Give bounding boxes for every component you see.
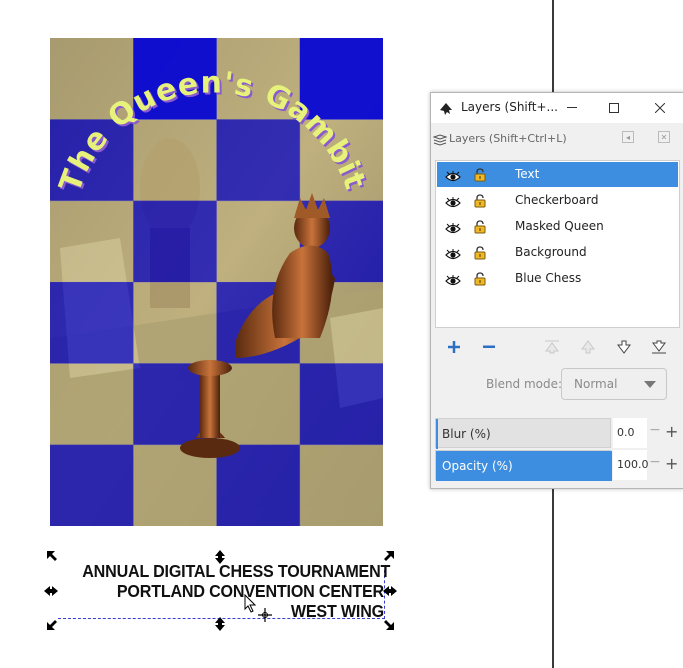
opacity-increment-button[interactable]: +	[665, 454, 678, 473]
checker-square-light	[50, 200, 134, 283]
layers-list[interactable]: Text Checkerboard Masked Queen Background Bl…	[435, 160, 680, 328]
layer-row[interactable]: Checkerboard	[437, 188, 678, 213]
raise-layer-icon[interactable]	[579, 338, 597, 356]
checker-square-light	[133, 281, 217, 364]
opacity-decrement-button[interactable]: −	[649, 454, 661, 470]
opacity-label: Opacity (%)	[442, 459, 513, 473]
panel-title: Layers (Shift+Ctrl+L)	[449, 132, 567, 145]
blend-mode-label: Blend mode:	[486, 377, 563, 391]
layer-name: Blue Chess	[515, 271, 582, 285]
layers-icon	[432, 131, 448, 146]
resize-handle-bottom-left[interactable]	[46, 617, 60, 631]
lower-layer-icon[interactable]	[615, 338, 633, 356]
blur-slider-fill	[436, 419, 438, 449]
blur-slider[interactable]: Blur (%) 0.0 − +	[435, 418, 680, 449]
tournament-text[interactable]: ANNUAL DIGITAL CHESS TOURNAMENT PORTLAND…	[82, 561, 391, 621]
blur-label: Blur (%)	[442, 427, 491, 441]
checker-square-blue	[216, 119, 301, 202]
checker-square-light	[216, 363, 301, 446]
visibility-eye-icon[interactable]	[445, 220, 461, 234]
layer-name: Background	[515, 245, 587, 259]
visibility-eye-icon[interactable]	[445, 194, 461, 208]
blend-mode-select[interactable]: Normal	[561, 368, 667, 400]
checker-square-light	[299, 444, 383, 526]
layers-toolbar	[431, 336, 683, 358]
blur-increment-button[interactable]: +	[665, 422, 678, 441]
checker-square-light	[50, 363, 134, 446]
opacity-value[interactable]: 100.0	[613, 450, 649, 480]
panel-close-icon[interactable]: ✕	[658, 131, 670, 143]
blur-value[interactable]: 0.0	[613, 418, 647, 448]
add-layer-icon[interactable]	[445, 338, 463, 356]
lock-icon[interactable]	[474, 245, 486, 260]
text-line: PORTLAND CONVENTION CENTER	[116, 581, 385, 601]
opacity-slider[interactable]: Opacity (%) 100.0 − +	[435, 450, 680, 481]
rotation-center-icon[interactable]	[258, 608, 272, 622]
poster-artwork[interactable]: The Queen's Gambit The Queen's Gambit	[50, 38, 383, 526]
opacity-slider-track[interactable]: Opacity (%)	[435, 450, 612, 481]
remove-layer-icon[interactable]	[480, 338, 498, 356]
lock-icon[interactable]	[474, 271, 486, 286]
layer-name: Checkerboard	[515, 193, 599, 207]
maximize-button[interactable]	[603, 97, 625, 119]
blend-mode-value: Normal	[574, 377, 618, 391]
checker-square-light	[133, 119, 217, 202]
text-line: WEST WING	[290, 601, 384, 621]
layer-row[interactable]: Blue Chess	[437, 266, 678, 291]
resize-handle-middle-right[interactable]	[383, 584, 397, 598]
panel-dock-icon[interactable]: ◂	[622, 131, 634, 143]
blur-slider-track[interactable]: Blur (%)	[435, 418, 611, 449]
resize-handle-bottom-right[interactable]	[381, 617, 395, 631]
resize-handle-top-right[interactable]	[381, 550, 395, 564]
layers-dialog[interactable]: Layers (Shift+... Layers (Shift+Ctrl+L) …	[430, 92, 683, 489]
raise-to-top-icon[interactable]	[543, 338, 561, 356]
resize-handle-top-left[interactable]	[46, 550, 60, 564]
dialog-titlebar[interactable]: Layers (Shift+...	[431, 93, 683, 123]
lower-to-bottom-icon[interactable]	[650, 338, 668, 356]
panel-header: Layers (Shift+Ctrl+L) ◂ ✕	[431, 125, 683, 151]
dialog-window-title: Layers (Shift+...	[461, 100, 558, 114]
inkscape-app-icon	[439, 101, 453, 115]
lock-icon[interactable]	[474, 219, 486, 234]
layer-row[interactable]: Masked Queen	[437, 214, 678, 239]
checker-square-blue	[50, 444, 134, 526]
chevron-down-icon	[644, 381, 656, 388]
layer-name: Masked Queen	[515, 219, 604, 233]
close-button[interactable]	[649, 97, 671, 119]
resize-handle-middle-left[interactable]	[44, 584, 58, 598]
resize-handle-top-middle[interactable]	[213, 550, 227, 564]
lock-icon[interactable]	[474, 193, 486, 208]
layer-row[interactable]: Background	[437, 240, 678, 265]
mouse-pointer-icon	[244, 594, 258, 613]
checker-square-blue	[216, 444, 301, 526]
minimize-button[interactable]	[561, 97, 583, 119]
visibility-eye-icon[interactable]	[445, 168, 461, 182]
resize-handle-bottom-middle[interactable]	[213, 617, 227, 631]
layer-row[interactable]: Text	[437, 162, 678, 187]
blur-decrement-button[interactable]: −	[649, 422, 661, 438]
text-line: ANNUAL DIGITAL CHESS TOURNAMENT	[82, 561, 391, 581]
checker-square-blue	[299, 363, 383, 446]
checker-square-blue	[50, 281, 134, 364]
layer-name: Text	[515, 167, 540, 181]
visibility-eye-icon[interactable]	[445, 272, 461, 286]
text-object-selection[interactable]: ANNUAL DIGITAL CHESS TOURNAMENT PORTLAND…	[44, 550, 397, 631]
visibility-eye-icon[interactable]	[445, 246, 461, 260]
checker-square-blue	[133, 200, 217, 283]
lock-icon[interactable]	[474, 167, 486, 182]
poster-svg: The Queen's Gambit The Queen's Gambit	[50, 38, 383, 526]
